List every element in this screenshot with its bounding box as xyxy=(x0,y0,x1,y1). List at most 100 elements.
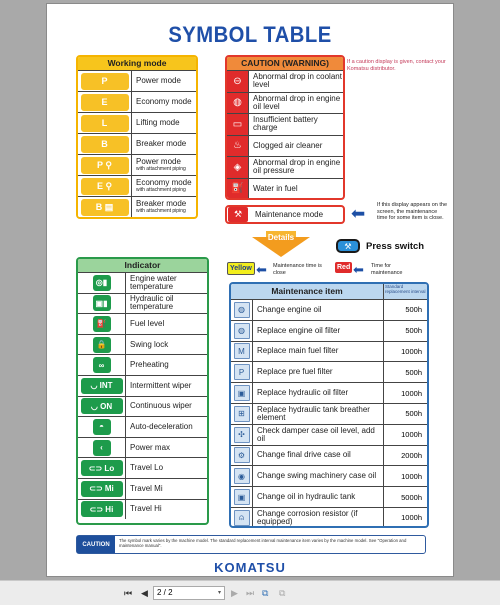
working-mode-symbol-cell: E ⚲ xyxy=(78,176,132,196)
arrow-left-icon: ⬅ xyxy=(353,262,364,277)
indicator-table: Indicator ◎▮ Engine water temperature ▣▮ Hy… xyxy=(76,257,209,525)
maintenance-icon-cell: ▣ xyxy=(231,487,253,507)
maintenance-interval: 5000h xyxy=(383,487,427,507)
arrow-left-icon: ⬅ xyxy=(351,204,366,223)
coolant-level-icon: ⊖ xyxy=(227,71,249,92)
maintenance-label: Check damper case oil level, add oil xyxy=(257,425,375,443)
travel-hi-icon: ⊂⊃ Hi xyxy=(80,501,123,518)
caution-row: ▭ Insufficient battery charge xyxy=(227,113,343,135)
working-mode-row: L Lifting mode xyxy=(78,112,196,133)
details-label: Details xyxy=(267,233,295,242)
caution-footer-text: The symbol mark varies by the machine mo… xyxy=(119,538,407,548)
maintenance-interval: 1000h xyxy=(383,507,427,526)
indicator-label: Fuel level xyxy=(130,318,165,328)
press-switch: ⚒ Press switch xyxy=(336,239,424,253)
indicator-label: Preheating xyxy=(130,360,169,370)
working-mode-p-icon: P ⚲ xyxy=(80,156,129,174)
indicator-row: ⛽ Fuel level xyxy=(78,313,207,334)
indicator-row: ▣▮ Hydraulic oil temperature xyxy=(78,292,207,314)
maintenance-label: Change final drive case oil xyxy=(257,450,351,460)
working-mode-label: Economy mode xyxy=(136,178,192,187)
maintenance-row: ◉ Change swing machinery case oil 1000h xyxy=(231,465,427,487)
working-mode-sublabel: with attachment piping xyxy=(136,187,186,193)
indicator-icon-cell: ◡ ON xyxy=(78,396,126,417)
maintenance-header-row: Maintenance item Standard replacement in… xyxy=(231,284,427,299)
maintenance-label: Replace engine oil filter xyxy=(257,325,341,335)
maintenance-row: ◍ Change engine oil 500h xyxy=(231,299,427,320)
hydraulic-oil-temp-icon: ▣▮ xyxy=(92,295,111,312)
maintenance-row: ⚙ Change final drive case oil 2000h xyxy=(231,444,427,466)
working-mode-label-cell: Power mode with attachment piping xyxy=(132,155,196,175)
maintenance-interval: 1000h xyxy=(383,424,427,445)
working-mode-symbol-cell: B ▤ xyxy=(78,197,132,217)
indicator-header: Indicator xyxy=(78,259,207,272)
next-page-button[interactable]: ▶ xyxy=(231,588,238,599)
indicator-label: Intermittent wiper xyxy=(130,380,192,390)
maintenance-icon-cell: M xyxy=(231,341,253,362)
working-mode-b-icon: B xyxy=(80,135,129,153)
page-title: SYMBOL TABLE xyxy=(168,22,332,47)
working-mode-label-cell: Breaker mode xyxy=(132,134,196,154)
last-page-button[interactable]: ⏭ xyxy=(246,588,254,599)
yellow-note: Maintenance time is close xyxy=(273,263,322,276)
breather-element-icon: ⊞ xyxy=(233,405,250,422)
swing-machinery-icon: ◉ xyxy=(233,468,250,485)
indicator-icon-cell: ∞ xyxy=(78,355,126,375)
indicator-row: ◓ Auto-deceleration xyxy=(78,416,207,437)
working-mode-sublabel: with attachment piping xyxy=(136,166,186,172)
caution-label: Abnormal drop in engine oil pressure xyxy=(253,158,341,176)
working-mode-label: Breaker mode xyxy=(136,199,187,208)
indicator-row: ◡ ON Continuous wiper xyxy=(78,395,207,417)
working-mode-row: P Power mode xyxy=(78,70,196,91)
page-number-input[interactable]: 2 / 2 ▾ xyxy=(153,586,225,600)
interval-header: Standard replacement interval xyxy=(383,284,427,299)
two-page-view-button[interactable]: ⧉ xyxy=(279,588,285,599)
working-mode-header: Working mode xyxy=(78,57,196,70)
indicator-row: ⊂⊃ Lo Travel Lo xyxy=(78,457,207,478)
first-page-button[interactable]: ⏮ xyxy=(124,588,132,599)
maintenance-label: Replace hydraulic oil filter xyxy=(257,388,349,398)
maintenance-icon-cell: ⚙ xyxy=(231,445,253,466)
indicator-row: ⊂⊃ Hi Travel Hi xyxy=(78,498,207,520)
caution-label: Abnormal drop in coolant level xyxy=(253,72,342,90)
water-in-fuel-icon: ⛽ xyxy=(227,178,249,198)
caution-note: If a caution display is given, contact y… xyxy=(347,59,446,72)
working-mode-label: Breaker mode xyxy=(136,139,187,148)
indicator-icon-cell: 🔒 xyxy=(78,334,126,355)
maintenance-icon-cell: ◍ xyxy=(231,300,253,320)
maintenance-table: Maintenance item Standard replacement in… xyxy=(229,282,429,528)
working-mode-p-icon: P xyxy=(80,72,129,90)
caution-label: Water in fuel xyxy=(253,183,298,193)
indicator-row: ∞ Preheating xyxy=(78,354,207,375)
travel-mi-icon: ⊂⊃ Mi xyxy=(80,480,123,497)
single-page-view-button[interactable]: ⧉ xyxy=(262,588,268,599)
working-mode-e-icon: E xyxy=(80,93,129,111)
maintenance-label: Replace hydraulic tank breather element xyxy=(257,404,370,422)
auto-deceleration-icon: ◓ xyxy=(92,418,111,435)
maintenance-row: P Replace pre fuel filter 500h xyxy=(231,361,427,383)
indicator-icon-cell: ⛽ xyxy=(78,314,126,334)
maintenance-interval: 1000h xyxy=(383,341,427,362)
maintenance-icon-cell: ✣ xyxy=(231,424,253,445)
maintenance-label: Replace pre fuel filter xyxy=(257,367,333,377)
indicator-row: ◡ INT Intermittent wiper xyxy=(78,374,207,396)
indicator-label: Continuous wiper xyxy=(130,401,192,411)
indicator-label: Hydraulic oil temperature xyxy=(130,294,174,312)
maintenance-icon-cell: ◍ xyxy=(231,320,253,341)
maintenance-icon-cell: ⍝ xyxy=(231,507,253,526)
caution-footer-label: CAUTION xyxy=(77,536,115,553)
working-mode-label: Economy mode xyxy=(136,97,192,106)
maintenance-icon-cell: ⊞ xyxy=(231,403,253,424)
indicator-label: Engine water temperature xyxy=(130,273,177,291)
working-mode-label-cell: Power mode xyxy=(132,71,196,91)
caution-row: ⊖ Abnormal drop in coolant level xyxy=(227,70,343,92)
maintenance-switch-icon: ⚒ xyxy=(336,239,360,253)
working-mode-symbol-cell: L xyxy=(78,113,132,133)
prev-page-button[interactable]: ◀ xyxy=(141,588,148,599)
intermittent-wiper-icon: ◡ INT xyxy=(80,377,123,394)
indicator-label: Travel Mi xyxy=(130,483,163,493)
chevron-down-icon[interactable]: ▾ xyxy=(218,587,221,599)
pre-fuel-filter-icon: P xyxy=(233,364,250,381)
working-mode-row: B Breaker mode xyxy=(78,133,196,154)
preheating-icon: ∞ xyxy=(92,357,111,374)
